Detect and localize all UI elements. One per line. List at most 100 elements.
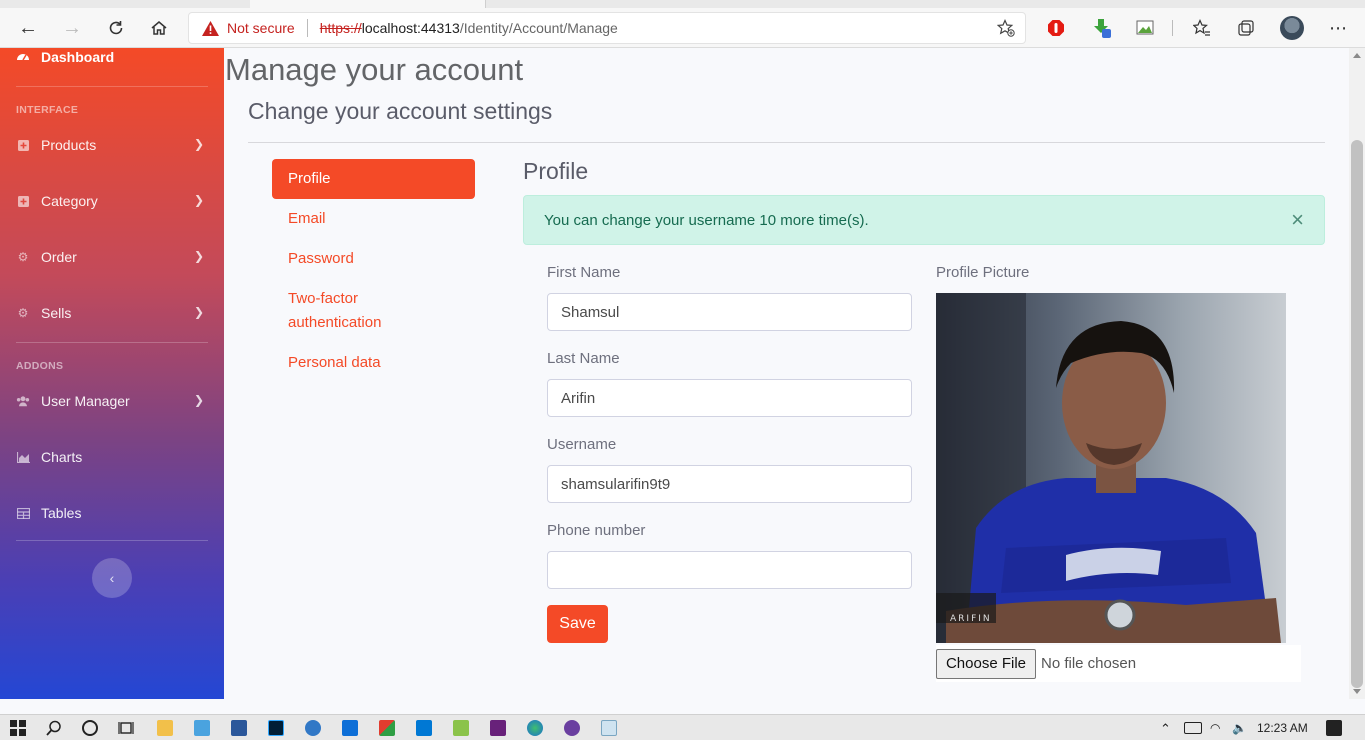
file-explorer-icon[interactable] — [157, 720, 173, 736]
task-view-icon[interactable] — [118, 720, 134, 736]
nav-password[interactable]: Password — [272, 239, 475, 279]
image-extension-icon[interactable] — [1135, 18, 1155, 38]
alert-success: You can change your username 10 more tim… — [523, 195, 1325, 245]
chevron-right-icon: ❯ — [193, 249, 204, 263]
sidebar: Dashboard INTERFACE Products ❯ Category … — [0, 48, 224, 699]
wifi-icon[interactable]: ◠ — [1210, 721, 1220, 735]
plus-square-icon — [16, 138, 30, 152]
notification-icon[interactable] — [1326, 720, 1342, 736]
sidebar-item-tables[interactable]: Tables — [16, 501, 208, 525]
url-host: localhost:44313 — [361, 20, 460, 36]
word-icon[interactable] — [231, 720, 247, 736]
file-input: Choose File No file chosen — [936, 645, 1301, 682]
security-status[interactable]: Not secure — [227, 20, 295, 36]
sidebar-toggle-button[interactable]: ‹ — [92, 558, 132, 598]
notepad-icon[interactable] — [601, 720, 617, 736]
app-icon[interactable] — [379, 720, 395, 736]
visual-studio-icon[interactable] — [490, 720, 506, 736]
sidebar-divider — [16, 540, 208, 541]
choose-file-button[interactable]: Choose File — [936, 648, 1036, 679]
edge-icon[interactable] — [527, 720, 543, 736]
cortana-icon[interactable] — [82, 720, 98, 736]
alert-text: You can change your username 10 more tim… — [544, 211, 869, 229]
taskbar-clock[interactable]: 12:23 AM — [1257, 721, 1308, 735]
nav-email[interactable]: Email — [272, 199, 475, 239]
section-heading: Profile — [523, 158, 589, 184]
favorite-add-icon[interactable] — [996, 19, 1015, 37]
sidebar-heading-interface: INTERFACE — [16, 104, 79, 116]
nav-two-factor-line2: authentication — [288, 314, 382, 331]
plus-square-icon — [16, 194, 30, 208]
more-options-icon[interactable]: ⋯ — [1328, 18, 1348, 38]
profile-avatar[interactable] — [1280, 16, 1304, 40]
warning-icon — [201, 20, 219, 36]
collections-icon[interactable] — [1236, 18, 1256, 38]
adblock-extension-icon[interactable] — [1046, 18, 1066, 38]
os-taskbar: ⌃ ◠ 🔈 12:23 AM — [0, 714, 1365, 740]
chart-area-icon — [16, 450, 30, 464]
sidebar-divider — [16, 342, 208, 343]
scrollbar-thumb[interactable] — [1351, 140, 1363, 688]
table-icon — [16, 506, 30, 520]
address-divider — [306, 19, 308, 37]
page-scrollbar[interactable] — [1349, 48, 1365, 699]
sidebar-item-charts[interactable]: Charts — [16, 445, 208, 469]
profile-picture-label: Profile Picture — [936, 264, 1030, 281]
sidebar-item-label: Dashboard — [41, 49, 115, 65]
app-icon[interactable] — [305, 720, 321, 736]
scroll-down-icon[interactable] — [1353, 689, 1361, 694]
app-icon[interactable] — [564, 720, 580, 736]
address-bar[interactable]: Not secure https://localhost:44313/Ident… — [188, 12, 1026, 44]
sidebar-item-sells[interactable]: ⚙ Sells ❯ — [16, 301, 208, 325]
nav-two-factor-line1: Two-factor — [288, 290, 359, 307]
vscode-icon[interactable] — [416, 720, 432, 736]
last-name-label: Last Name — [547, 350, 620, 367]
sidebar-item-dashboard[interactable]: Dashboard — [16, 45, 208, 69]
favorites-icon[interactable] — [1192, 18, 1212, 38]
phone-number-input[interactable] — [547, 551, 912, 589]
home-icon[interactable] — [145, 14, 173, 42]
volume-icon[interactable]: 🔈 — [1232, 721, 1247, 735]
close-icon[interactable]: × — [1291, 209, 1304, 231]
sidebar-item-order[interactable]: ⚙ Order ❯ — [16, 245, 208, 269]
download-extension-icon[interactable] — [1092, 18, 1112, 38]
section-divider — [248, 142, 1325, 143]
search-icon[interactable] — [46, 720, 62, 736]
app-icon[interactable] — [453, 720, 469, 736]
teamviewer-icon[interactable] — [342, 720, 358, 736]
file-status: No file chosen — [1041, 655, 1137, 672]
sidebar-item-label: Products — [41, 137, 97, 153]
photo-watermark: ARIFIN — [950, 614, 992, 624]
username-input[interactable]: shamsularifin9t9 — [547, 465, 912, 503]
nav-personal-data[interactable]: Personal data — [272, 343, 475, 383]
chevron-right-icon: ❯ — [193, 305, 204, 319]
profile-photo: ARIFIN — [936, 293, 1286, 643]
sidebar-item-label: Sells — [41, 305, 72, 321]
last-name-input[interactable]: Arifin — [547, 379, 912, 417]
tray-chevron-icon[interactable]: ⌃ — [1160, 721, 1171, 737]
first-name-input[interactable]: Shamsul — [547, 293, 912, 331]
photoshop-icon[interactable] — [268, 720, 284, 736]
nav-two-factor[interactable]: Two-factor authentication — [272, 279, 475, 343]
battery-icon[interactable] — [1184, 722, 1202, 734]
sidebar-item-category[interactable]: Category ❯ — [16, 189, 208, 213]
page-title: Manage your account — [225, 52, 524, 87]
sidebar-item-user-manager[interactable]: User Manager ❯ — [16, 389, 208, 413]
url-scheme: https:// — [319, 20, 362, 36]
windows-start-icon[interactable] — [10, 720, 26, 736]
refresh-icon[interactable] — [102, 14, 130, 42]
tachometer-icon — [16, 50, 30, 64]
forward-icon[interactable]: → — [58, 14, 86, 42]
back-icon[interactable]: ← — [14, 14, 42, 42]
scroll-up-icon[interactable] — [1353, 53, 1361, 58]
chevron-right-icon: ❯ — [193, 193, 204, 207]
chevron-right-icon: ❯ — [193, 137, 204, 151]
app-icon[interactable] — [194, 720, 210, 736]
page-subtitle: Change your account settings — [248, 98, 553, 124]
sidebar-item-label: Order — [41, 249, 77, 265]
url-text[interactable]: https://localhost:44313/Identity/Account… — [320, 20, 618, 36]
save-button[interactable]: Save — [547, 605, 608, 643]
sidebar-item-products[interactable]: Products ❯ — [16, 133, 208, 157]
nav-profile[interactable]: Profile — [272, 159, 475, 199]
browser-tab[interactable] — [250, 0, 486, 8]
